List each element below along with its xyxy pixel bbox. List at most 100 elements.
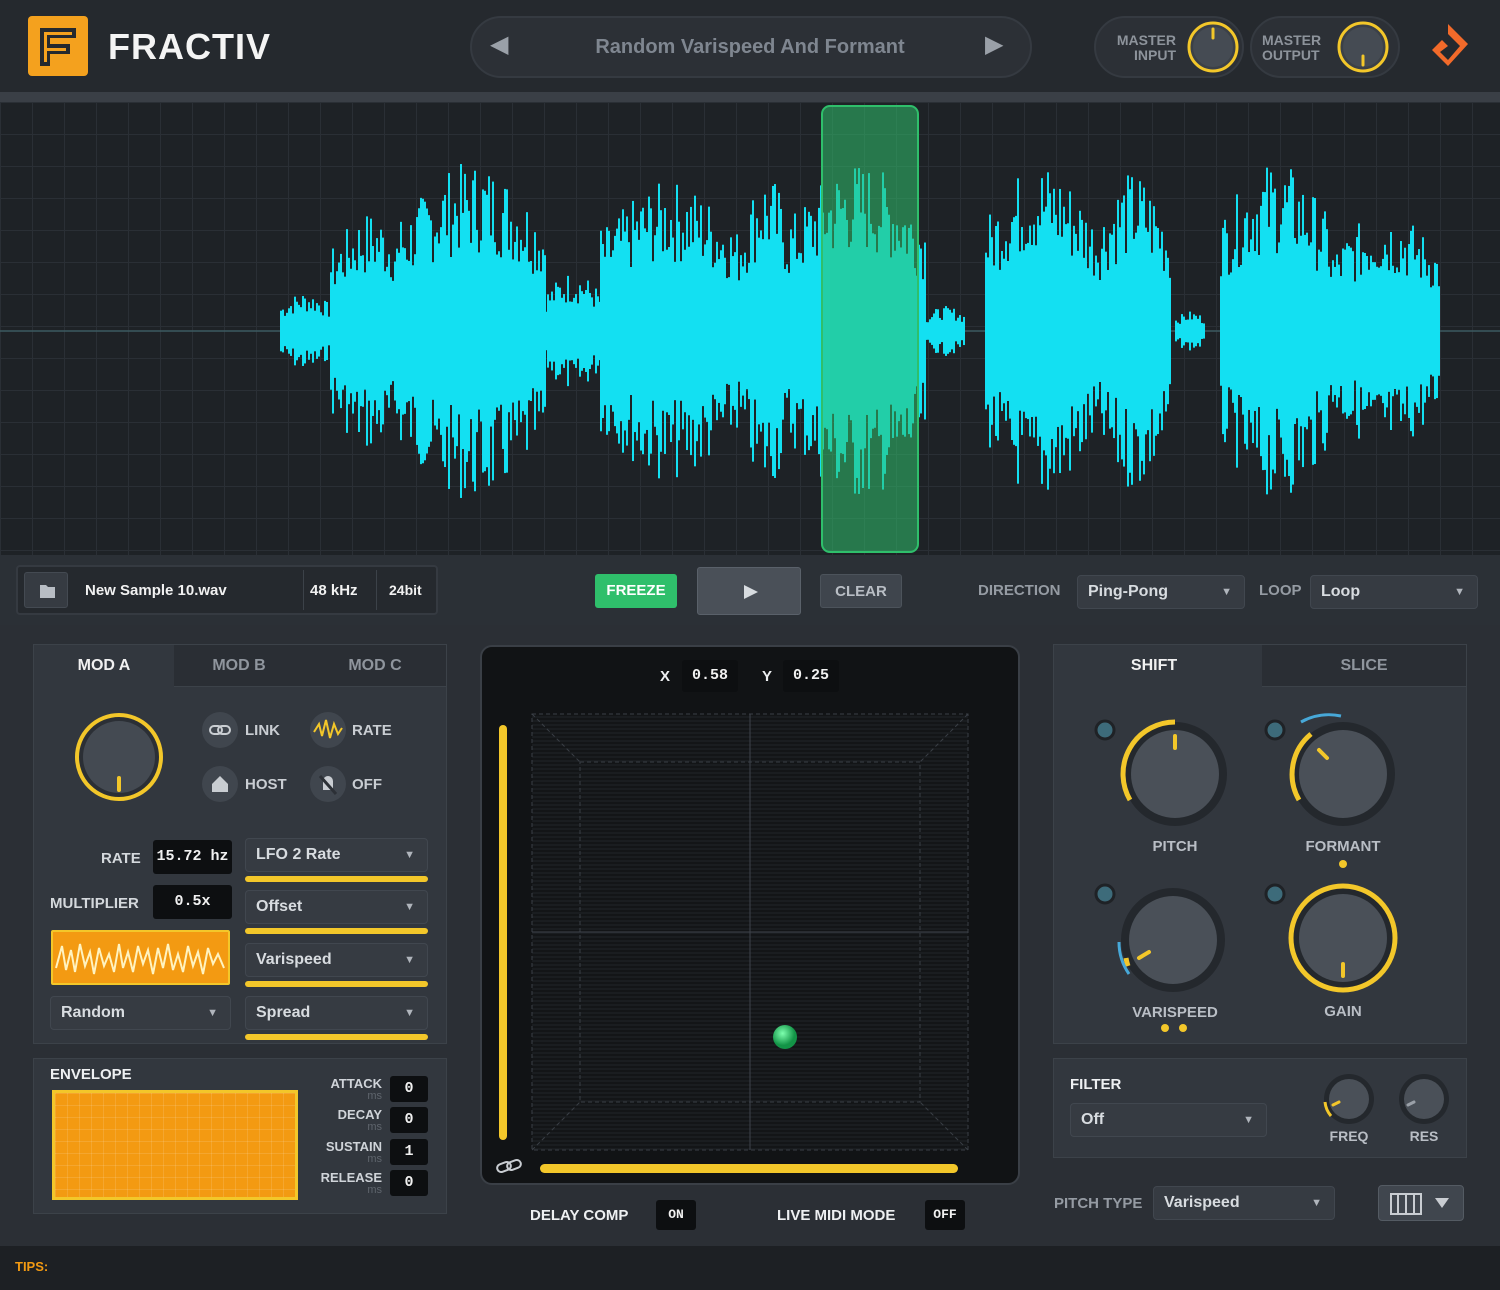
tab-mod-a[interactable]: MOD A <box>34 645 174 687</box>
waveform-bar <box>628 242 630 420</box>
waveform-bar <box>476 229 478 433</box>
waveform-bar <box>758 237 760 425</box>
tab-mod-c[interactable]: MOD C <box>304 645 446 687</box>
folder-button[interactable] <box>24 572 68 608</box>
xy-pad[interactable] <box>482 700 1018 1180</box>
multiplier-value-display[interactable]: 0.5x <box>153 885 232 919</box>
mod-target-3-amount[interactable] <box>245 981 428 987</box>
wave-shape-dropdown[interactable]: Random ▼ <box>50 996 231 1030</box>
waveform-bar <box>514 241 516 421</box>
waveform-bar <box>1276 253 1278 409</box>
keyboard-menu-button[interactable] <box>1378 1185 1464 1221</box>
off-button[interactable] <box>310 766 346 802</box>
attack-unit: ms <box>367 1090 382 1102</box>
clear-button[interactable]: CLEAR <box>820 574 902 608</box>
xy-link-icon[interactable] <box>494 1154 526 1178</box>
waveform-bar <box>704 244 706 418</box>
mod-target-2-amount[interactable] <box>245 928 428 934</box>
waveform-bar <box>1029 225 1031 437</box>
link-button[interactable] <box>202 712 238 748</box>
mod-target-1-dropdown[interactable]: LFO 2 Rate ▼ <box>245 838 428 872</box>
live-midi-toggle[interactable]: OFF <box>925 1200 965 1230</box>
pitch-type-dropdown[interactable]: Varispeed ▼ <box>1153 1186 1335 1220</box>
waveform-bar <box>356 270 358 392</box>
gain-knob[interactable] <box>1263 882 1403 1000</box>
waveform-bar <box>780 208 782 454</box>
waveform-bar <box>1376 266 1378 396</box>
filter-res-knob[interactable] <box>1397 1072 1451 1126</box>
y-value[interactable]: 0.25 <box>783 660 839 692</box>
waveform-bar <box>416 217 418 445</box>
waveform-bar <box>1043 211 1045 451</box>
tab-slice[interactable]: SLICE <box>1262 645 1466 687</box>
play-button[interactable] <box>697 567 801 615</box>
waveform-bar <box>1270 172 1272 490</box>
tab-mod-b[interactable]: MOD B <box>174 645 304 687</box>
waveform-bar <box>949 309 951 353</box>
mod-target-3-dropdown[interactable]: Varispeed ▼ <box>245 943 428 977</box>
x-value[interactable]: 0.58 <box>682 660 738 692</box>
envelope-graph[interactable] <box>52 1090 298 1200</box>
freeze-button[interactable]: FREEZE <box>595 574 677 608</box>
waveform-bar <box>738 280 740 382</box>
waveform-bar <box>352 248 354 414</box>
waveform-bar <box>1402 258 1404 404</box>
loop-value: Loop <box>1321 583 1361 600</box>
direction-dropdown[interactable]: Ping-Pong ▼ <box>1077 575 1245 609</box>
waveform-bar <box>460 164 462 498</box>
waveform-bar <box>654 235 656 427</box>
dropdown-arrow-icon: ▼ <box>1454 586 1465 598</box>
filter-type-dropdown[interactable]: Off ▼ <box>1070 1103 1267 1137</box>
chevron-left-icon[interactable]: ◀ <box>490 30 508 59</box>
loop-dropdown[interactable]: Loop ▼ <box>1310 575 1478 609</box>
waveform-bar <box>1232 259 1234 403</box>
formant-knob[interactable] <box>1263 712 1403 836</box>
decay-value[interactable]: 0 <box>390 1107 428 1133</box>
chevron-right-icon[interactable]: ▶ <box>985 30 1003 59</box>
slice-selection[interactable] <box>821 105 919 553</box>
rate-value-display[interactable]: 15.72 hz <box>153 840 232 874</box>
waveform-bar <box>1079 210 1081 452</box>
waveform-bar <box>1418 249 1420 413</box>
host-button[interactable] <box>202 766 238 802</box>
waveform-bar <box>1087 268 1089 394</box>
waveform-bar <box>947 308 949 354</box>
mod-amount-knob[interactable] <box>72 710 166 804</box>
waveform-bar <box>662 251 664 411</box>
master-input-knob[interactable] <box>1186 20 1240 74</box>
waveform-bar <box>1296 243 1298 419</box>
pitch-knob[interactable] <box>1093 718 1233 836</box>
mod-target-4-dropdown[interactable]: Spread ▼ <box>245 996 428 1030</box>
waveform-bar <box>1189 311 1191 351</box>
mod-target-4-amount[interactable] <box>245 1034 428 1040</box>
waveform-bar <box>392 280 394 382</box>
varispeed-knob[interactable] <box>1093 882 1233 1002</box>
master-output-knob[interactable] <box>1336 20 1390 74</box>
waveform-bar <box>1266 167 1268 495</box>
release-value[interactable]: 0 <box>390 1170 428 1196</box>
decay-unit: ms <box>367 1121 382 1133</box>
waveform-bar <box>1414 259 1416 403</box>
piano-keys-icon <box>1390 1193 1422 1215</box>
waveform-bar <box>1143 187 1145 475</box>
tab-shift[interactable]: SHIFT <box>1054 645 1254 687</box>
sustain-value[interactable]: 1 <box>390 1139 428 1165</box>
attack-value[interactable]: 0 <box>390 1076 428 1102</box>
filter-freq-knob[interactable] <box>1322 1072 1376 1126</box>
waveform-bar <box>320 312 322 350</box>
rate-button[interactable] <box>310 712 346 748</box>
delay-comp-toggle[interactable]: ON <box>656 1200 696 1230</box>
mod-target-1-amount[interactable] <box>245 876 428 882</box>
waveform-bar <box>536 270 538 392</box>
waveform-bar <box>1025 243 1027 419</box>
preset-name[interactable]: Random Varispeed And Formant <box>520 36 980 59</box>
dropdown-arrow-icon: ▼ <box>404 849 415 861</box>
waveform-bar <box>294 296 296 366</box>
waveform-bar <box>1324 211 1326 451</box>
gain-label: GAIN <box>1324 1003 1362 1020</box>
waveform-bar <box>1067 223 1069 439</box>
mod-target-2-dropdown[interactable]: Offset ▼ <box>245 890 428 924</box>
waveform-bar <box>506 189 508 473</box>
waveform-bar <box>1031 244 1033 418</box>
waveform-bar <box>1238 267 1240 395</box>
